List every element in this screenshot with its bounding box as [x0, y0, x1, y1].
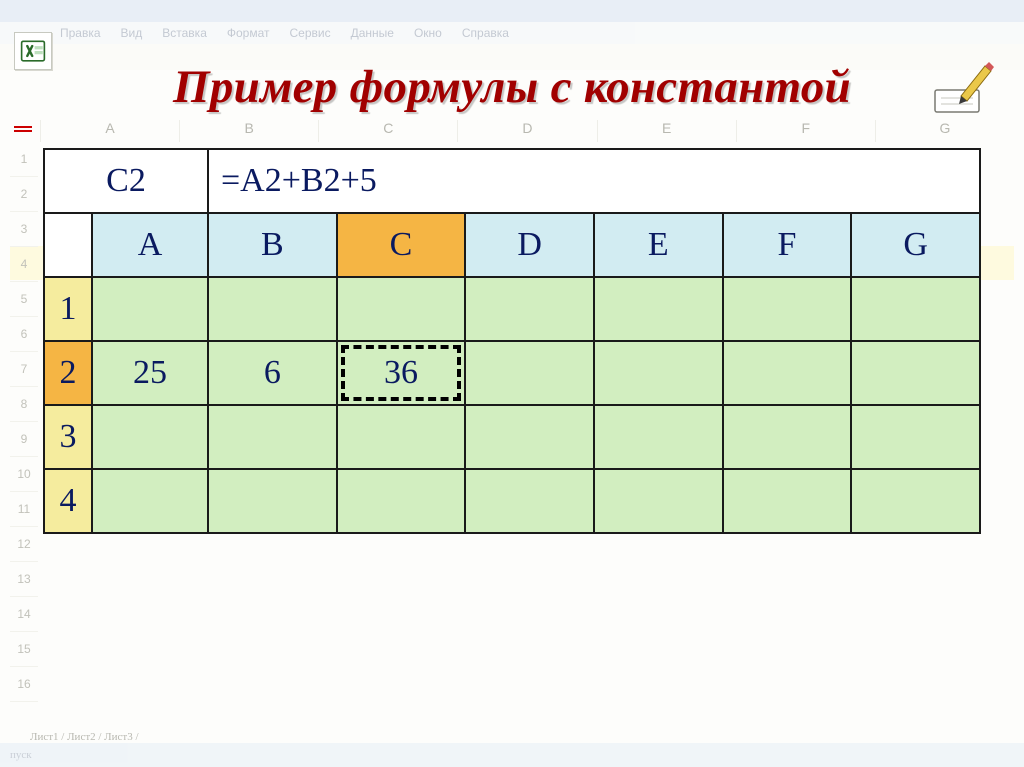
cell-g4 — [851, 469, 980, 533]
cell-a3 — [92, 405, 208, 469]
cell-f3 — [723, 405, 852, 469]
cell-f2 — [723, 341, 852, 405]
cell-c2-value: 36 — [384, 354, 418, 391]
col-header-g: G — [851, 213, 980, 277]
col-header-a: A — [92, 213, 208, 277]
cell-f4 — [723, 469, 852, 533]
col-header-f: F — [723, 213, 852, 277]
cell-reference: C2 — [44, 149, 208, 213]
corner-cell — [44, 213, 92, 277]
table-row: 3 — [44, 405, 980, 469]
cell-f1 — [723, 277, 852, 341]
cell-e1 — [594, 277, 723, 341]
cell-b3 — [208, 405, 337, 469]
cell-c2: 36 — [337, 341, 466, 405]
slide-title: Пример формулы с константой — [0, 60, 1024, 114]
cell-e4 — [594, 469, 723, 533]
column-header-row: A B C D E F G — [44, 213, 980, 277]
row-header-2: 2 — [44, 341, 92, 405]
table-row: 4 — [44, 469, 980, 533]
cell-b2: 6 — [208, 341, 337, 405]
formula-expression: =A2+B2+5 — [208, 149, 980, 213]
table-row: 2 25 6 36 — [44, 341, 980, 405]
cell-b1 — [208, 277, 337, 341]
cell-c3 — [337, 405, 466, 469]
example-table: C2 =A2+B2+5 A B C D E F G 1 — [43, 148, 981, 534]
row-header-1: 1 — [44, 277, 92, 341]
cell-d1 — [465, 277, 594, 341]
formula-bar-row: C2 =A2+B2+5 — [44, 149, 980, 213]
cell-d2 — [465, 341, 594, 405]
cell-e3 — [594, 405, 723, 469]
cell-a4 — [92, 469, 208, 533]
cell-c1 — [337, 277, 466, 341]
cell-a1 — [92, 277, 208, 341]
excel-shortcut-icon — [14, 32, 52, 70]
divider-double-dash — [14, 126, 1010, 132]
cell-g1 — [851, 277, 980, 341]
cell-g2 — [851, 341, 980, 405]
table-row: 1 — [44, 277, 980, 341]
cell-e2 — [594, 341, 723, 405]
row-header-4: 4 — [44, 469, 92, 533]
cell-d4 — [465, 469, 594, 533]
cell-d3 — [465, 405, 594, 469]
cell-b4 — [208, 469, 337, 533]
pencil-notepad-icon — [930, 56, 996, 116]
row-header-3: 3 — [44, 405, 92, 469]
col-header-e: E — [594, 213, 723, 277]
slide-content: Пример формулы с константой C2 =A2+B2+5 … — [0, 0, 1024, 767]
cell-g3 — [851, 405, 980, 469]
cell-c4 — [337, 469, 466, 533]
col-header-c: C — [337, 213, 466, 277]
cell-a2: 25 — [92, 341, 208, 405]
col-header-d: D — [465, 213, 594, 277]
col-header-b: B — [208, 213, 337, 277]
